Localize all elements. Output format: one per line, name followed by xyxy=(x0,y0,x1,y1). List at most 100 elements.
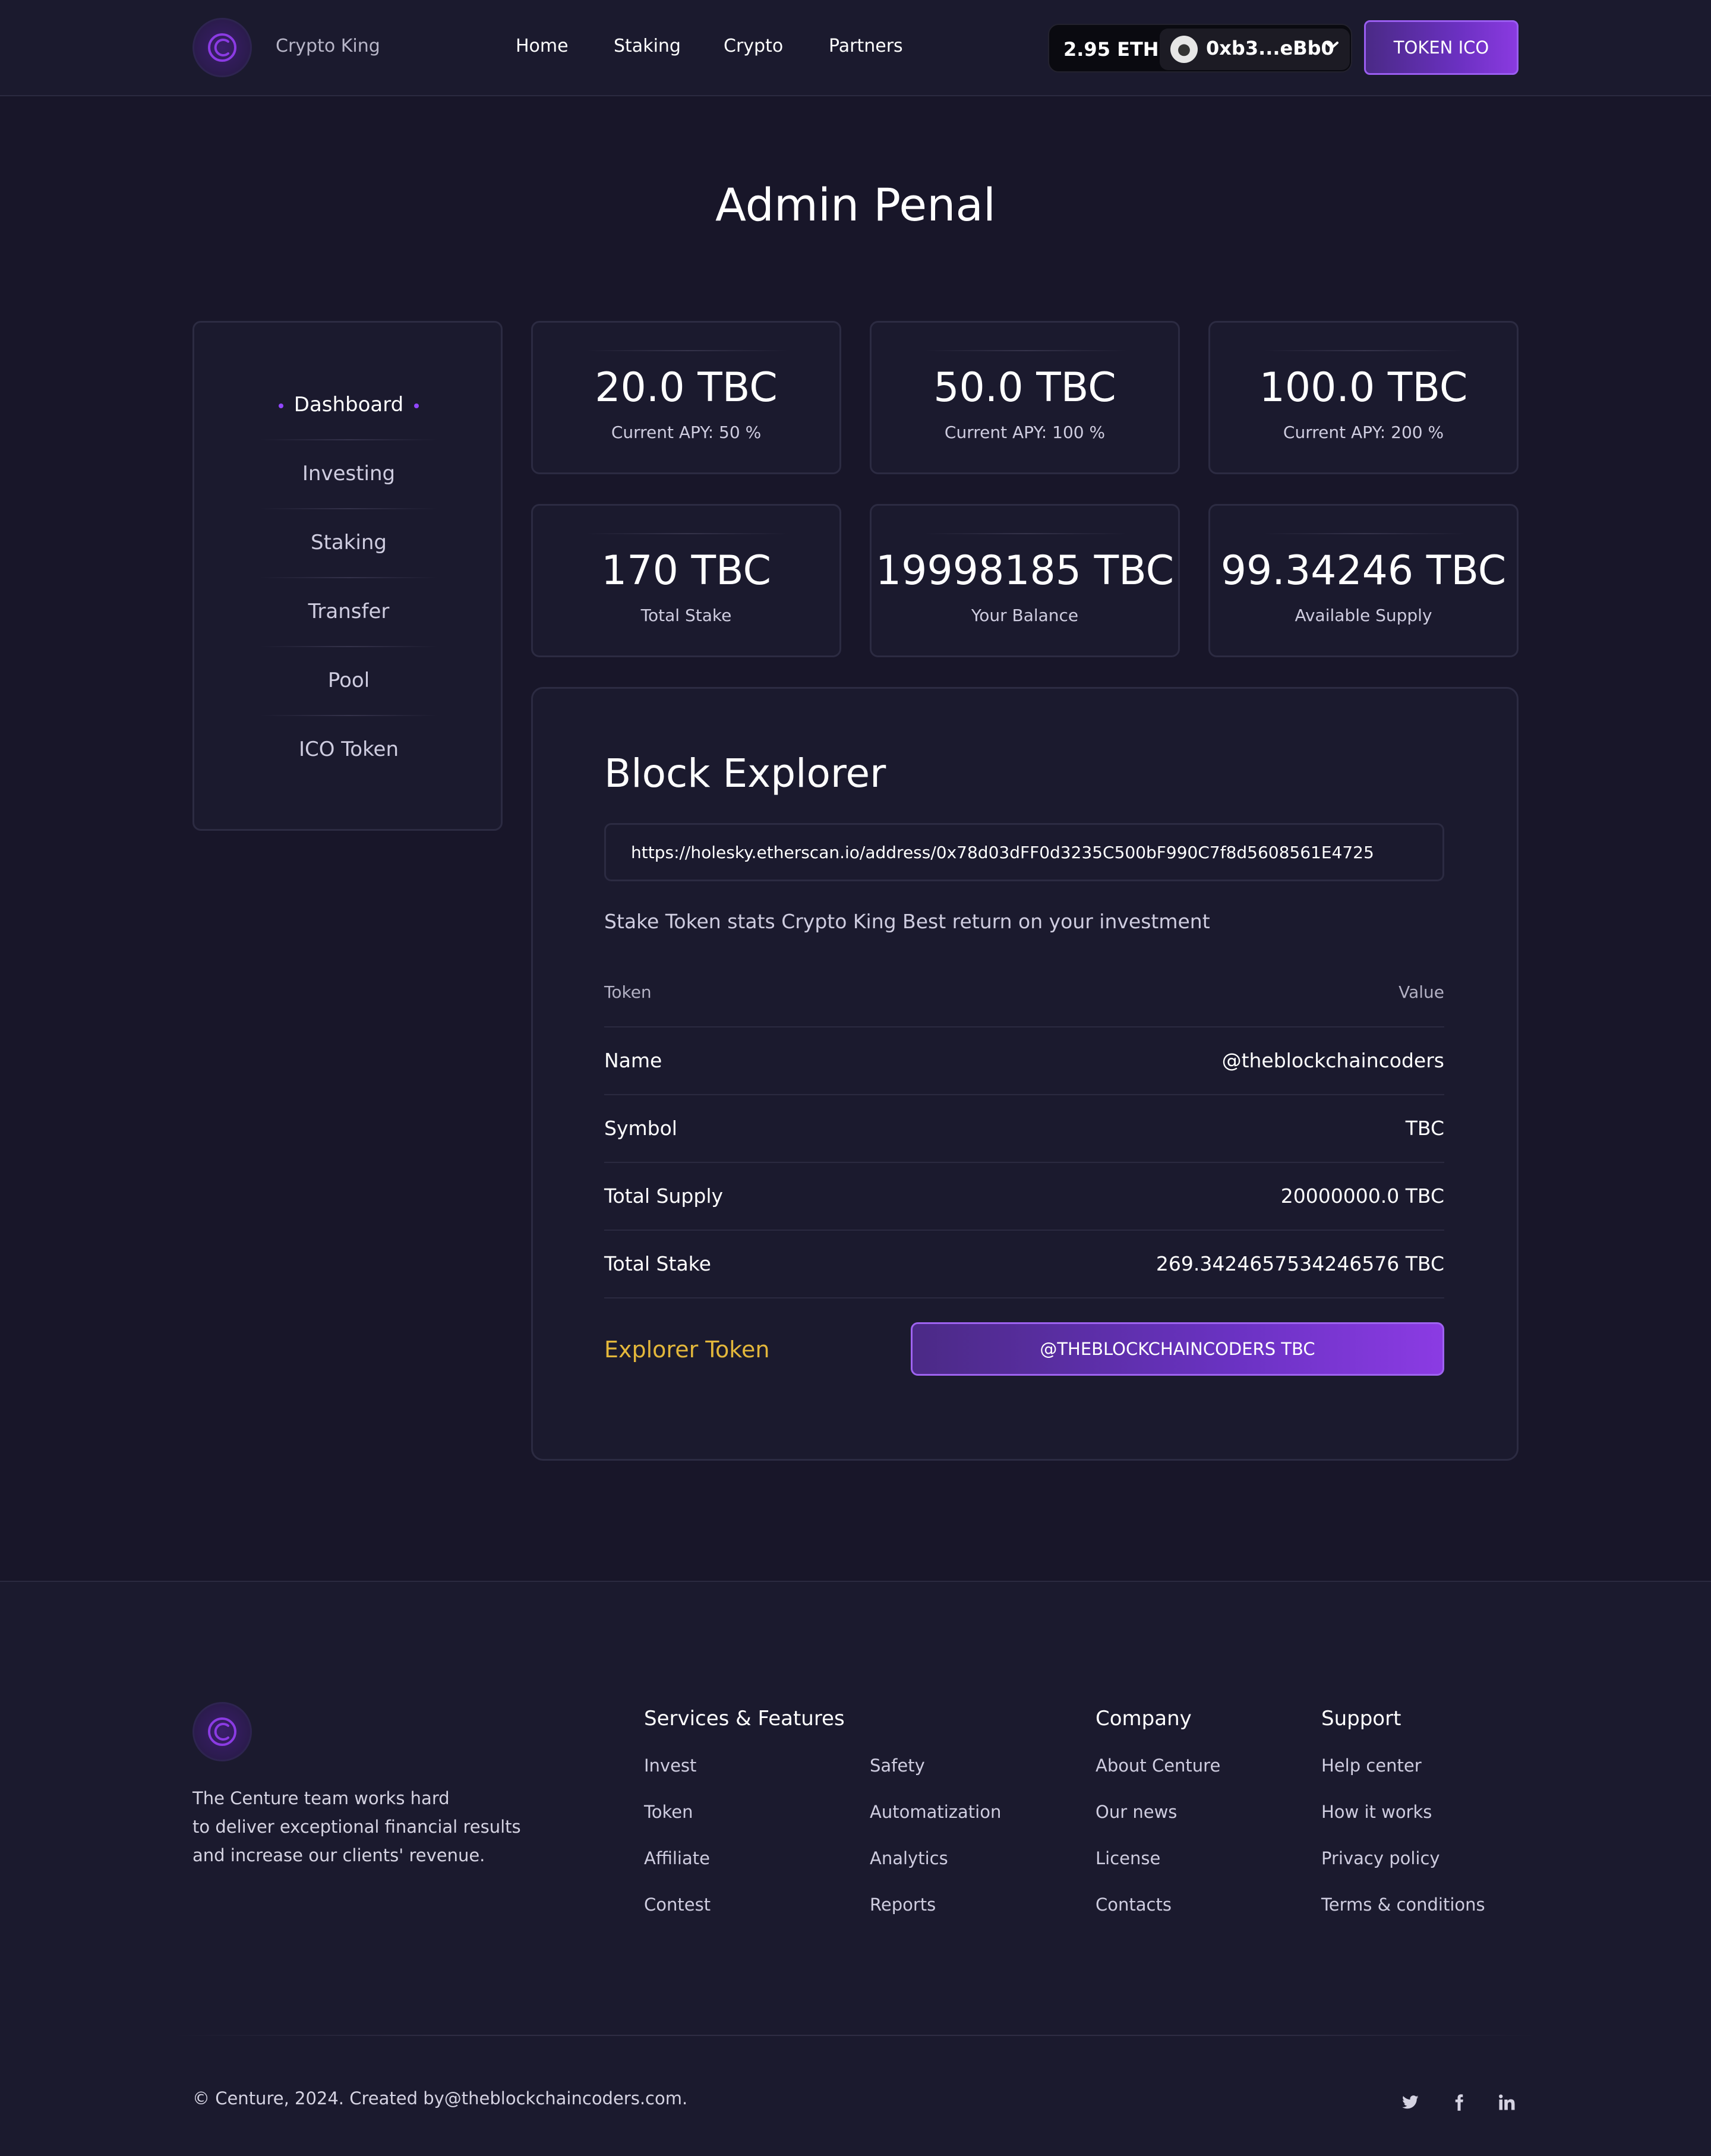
logo-c-icon xyxy=(208,1717,236,1746)
footer-about-text: The Centure team works hard to deliver e… xyxy=(192,1784,525,1870)
footer-link-how-it-works[interactable]: How it works xyxy=(1321,1802,1432,1822)
table-divider xyxy=(604,1162,1444,1163)
footer-logo[interactable] xyxy=(192,1702,252,1761)
stat-card: 170 TBC Total Stake xyxy=(531,504,841,657)
stat-card: 99.34246 TBC Available Supply xyxy=(1208,504,1519,657)
footer-heading-support: Support xyxy=(1321,1707,1401,1731)
footer-link-license[interactable]: License xyxy=(1096,1848,1160,1868)
twitter-icon[interactable] xyxy=(1399,2091,1422,2114)
table-row: Total Supply 20000000.0 TBC xyxy=(604,1184,1444,1208)
stat-card: 20.0 TBC Current APY: 50 % xyxy=(531,321,841,474)
stat-value: 99.34246 TBC xyxy=(1220,547,1507,594)
row-value: @theblockchaincoders xyxy=(1221,1049,1444,1072)
explorer-description: Stake Token stats Crypto King Best retur… xyxy=(604,910,1210,933)
sidebar-item-transfer[interactable]: Transfer xyxy=(260,600,438,623)
about-line: The Centure team works hard xyxy=(192,1788,450,1808)
row-value: TBC xyxy=(1405,1117,1444,1140)
stat-value: 100.0 TBC xyxy=(1259,364,1468,411)
alien-avatar-icon: ● xyxy=(1170,36,1198,63)
card-divider xyxy=(1264,533,1466,534)
stat-card: 19998185 TBC Your Balance xyxy=(870,504,1180,657)
row-label: Name xyxy=(604,1049,662,1072)
table-row: Symbol TBC xyxy=(604,1117,1444,1140)
token-ico-button[interactable]: TOKEN ICO xyxy=(1364,20,1519,75)
sidebar-item-staking[interactable]: Staking xyxy=(260,531,438,554)
card-divider xyxy=(586,350,788,351)
stat-label: Current APY: 100 % xyxy=(944,423,1106,442)
sidebar: Dashboard Investing Staking Transfer Poo… xyxy=(192,321,503,831)
linkedin-icon[interactable] xyxy=(1495,2091,1519,2114)
nav-partners[interactable]: Partners xyxy=(829,36,903,56)
table-header: Token Value xyxy=(604,982,1444,1006)
wallet-widget[interactable]: 2.95 ETH ● 0xb3...eBb0 xyxy=(1048,24,1352,73)
stat-value: 170 TBC xyxy=(601,547,771,594)
stat-label: Total Stake xyxy=(640,606,732,625)
sidebar-item-pool[interactable]: Pool xyxy=(260,669,438,692)
row-label: Symbol xyxy=(604,1117,677,1140)
stat-card: 50.0 TBC Current APY: 100 % xyxy=(870,321,1180,474)
sidebar-item-investing[interactable]: Investing xyxy=(260,462,438,486)
stat-label: Available Supply xyxy=(1295,606,1432,625)
footer-divider xyxy=(172,2035,1539,2036)
nav-home[interactable]: Home xyxy=(516,36,569,56)
table-divider xyxy=(604,1230,1444,1231)
chevron-down-icon xyxy=(1324,37,1340,58)
explorer-url-field[interactable]: https://holesky.etherscan.io/address/0x7… xyxy=(604,823,1444,881)
page-title: Admin Penal xyxy=(715,178,996,231)
explorer-title: Block Explorer xyxy=(604,751,886,796)
footer-link-affiliate[interactable]: Affiliate xyxy=(644,1848,710,1868)
stat-label: Your Balance xyxy=(971,606,1079,625)
explorer-url: https://holesky.etherscan.io/address/0x7… xyxy=(631,843,1374,862)
footer-link-automatization[interactable]: Automatization xyxy=(870,1802,1001,1822)
block-explorer-panel: Block Explorer https://holesky.etherscan… xyxy=(531,687,1519,1461)
footer-link-about-centure[interactable]: About Centure xyxy=(1096,1755,1220,1776)
footer-link-token[interactable]: Token xyxy=(644,1802,693,1822)
stat-card: 100.0 TBC Current APY: 200 % xyxy=(1208,321,1519,474)
top-header: Crypto King Home Staking Crypto Partners… xyxy=(0,0,1711,96)
footer-link-safety[interactable]: Safety xyxy=(870,1755,925,1776)
explorer-token-button[interactable]: @THEBLOCKCHAINCODERS TBC xyxy=(911,1322,1444,1376)
table-row: Total Stake 269.3424657534246576 TBC xyxy=(604,1252,1444,1275)
table-divider xyxy=(604,1094,1444,1095)
sidebar-item-ico-token[interactable]: ICO Token xyxy=(260,737,438,761)
logo-c-icon xyxy=(208,33,236,62)
nav-crypto[interactable]: Crypto xyxy=(724,36,783,56)
table-row: Name @theblockchaincoders xyxy=(604,1049,1444,1072)
sidebar-divider xyxy=(260,508,438,509)
row-label: Total Supply xyxy=(604,1184,724,1208)
nav-staking[interactable]: Staking xyxy=(614,36,681,56)
footer-link-terms[interactable]: Terms & conditions xyxy=(1321,1895,1485,1915)
facebook-icon[interactable] xyxy=(1447,2091,1471,2114)
footer-link-invest[interactable]: Invest xyxy=(644,1755,696,1776)
table-divider xyxy=(604,1297,1444,1298)
wallet-balance: 2.95 ETH xyxy=(1063,38,1159,61)
stat-value: 50.0 TBC xyxy=(933,364,1116,411)
card-divider xyxy=(925,350,1127,351)
sidebar-divider xyxy=(260,577,438,578)
stat-label: Current APY: 200 % xyxy=(1283,423,1444,442)
card-divider xyxy=(586,533,788,534)
active-dot-icon xyxy=(414,403,419,408)
table-divider xyxy=(604,1026,1444,1027)
about-line: to deliver exceptional financial results xyxy=(192,1817,521,1837)
footer-link-contest[interactable]: Contest xyxy=(644,1895,711,1915)
brand-logo[interactable] xyxy=(192,18,252,77)
row-label: Total Stake xyxy=(604,1252,711,1275)
footer-link-privacy-policy[interactable]: Privacy policy xyxy=(1321,1848,1440,1868)
card-divider xyxy=(1264,350,1466,351)
footer: The Centure team works hard to deliver e… xyxy=(0,1581,1711,2156)
footer-link-contacts[interactable]: Contacts xyxy=(1096,1895,1172,1915)
row-value: 20000000.0 TBC xyxy=(1280,1184,1444,1208)
footer-link-help-center[interactable]: Help center xyxy=(1321,1755,1422,1776)
active-dot-icon xyxy=(278,403,283,408)
wallet-account-button[interactable]: ● 0xb3...eBb0 xyxy=(1160,29,1350,70)
footer-link-analytics[interactable]: Analytics xyxy=(870,1848,948,1868)
sidebar-item-label: Dashboard xyxy=(293,393,404,417)
footer-link-reports[interactable]: Reports xyxy=(870,1895,936,1915)
sidebar-item-dashboard[interactable]: Dashboard xyxy=(260,393,438,417)
footer-link-our-news[interactable]: Our news xyxy=(1096,1802,1177,1822)
column-token-header: Token xyxy=(604,982,652,1002)
sidebar-divider xyxy=(260,646,438,647)
stat-label: Current APY: 50 % xyxy=(611,423,762,442)
card-divider xyxy=(925,533,1127,534)
